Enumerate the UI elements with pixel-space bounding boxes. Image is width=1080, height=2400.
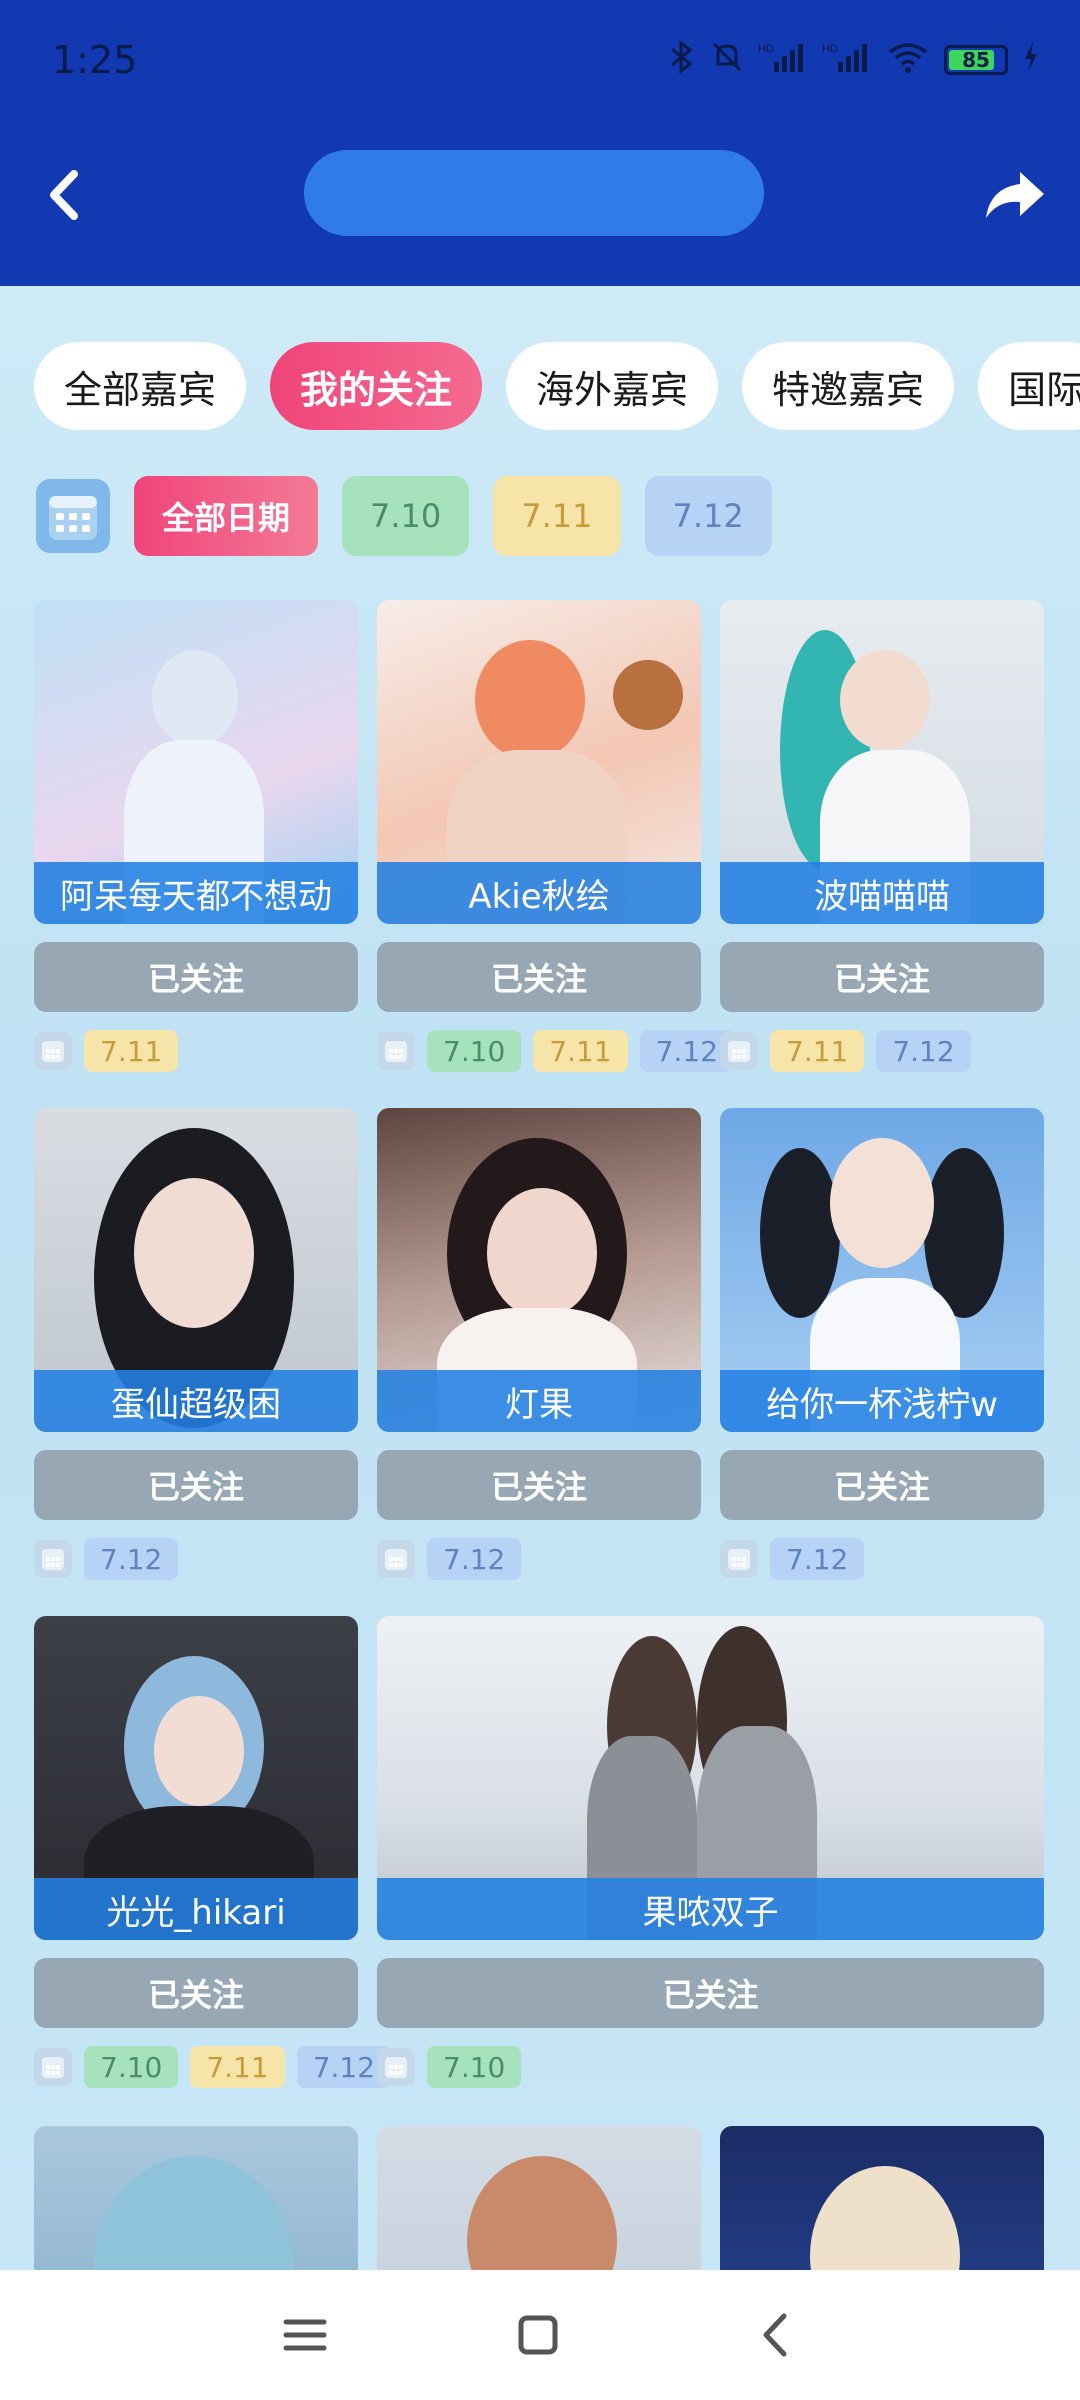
content-area: 全部嘉宾 我的关注 海外嘉宾 特邀嘉宾 国际 全部日期 7.10 7.11 7.…: [0, 286, 1080, 2270]
guest-dates: 7.10 7.11 7.12: [377, 1030, 735, 1072]
calendar-icon: [720, 1540, 758, 1578]
date-badge: 7.12: [427, 1538, 522, 1580]
tab-label: 我的关注: [300, 367, 453, 412]
guest-name: 灯果: [377, 1370, 701, 1432]
follow-button[interactable]: 已关注: [377, 942, 701, 1012]
guest-name: 果哝双子: [377, 1878, 1044, 1940]
date-badge: 7.11: [770, 1030, 865, 1072]
tab-label: 特邀嘉宾: [772, 367, 925, 412]
follow-button[interactable]: 已关注: [34, 942, 358, 1012]
follow-button[interactable]: 已关注: [377, 1450, 701, 1520]
home-button[interactable]: [503, 2300, 573, 2370]
menu-icon: [283, 2319, 327, 2351]
guest-photo[interactable]: 果哝双子: [377, 1616, 1044, 1940]
calendar-icon: [720, 1032, 758, 1070]
tab-all-guests[interactable]: 全部嘉宾: [34, 342, 247, 430]
guest-photo[interactable]: 给你一杯浅柠w: [720, 1108, 1044, 1432]
guest-photo[interactable]: [34, 2126, 358, 2270]
mute-icon: [710, 40, 744, 80]
guest-name: 阿呆每天都不想动: [34, 862, 358, 924]
date-badge: 7.10: [84, 2046, 179, 2088]
date-badge: 7.12: [770, 1538, 865, 1580]
date-chip-all[interactable]: 全部日期: [134, 476, 319, 556]
header-bar: 1:25 HD HD 85: [0, 0, 1080, 286]
tab-label: 全部嘉宾: [64, 367, 217, 412]
date-badge: 7.11: [190, 2046, 285, 2088]
guest-photo[interactable]: 灯果: [377, 1108, 701, 1432]
date-chip-7-12[interactable]: 7.12: [644, 476, 772, 556]
date-filter-row: 全部日期 7.10 7.11 7.12: [36, 476, 772, 556]
tab-label: 国际: [1008, 367, 1080, 412]
back-triangle-icon: [763, 2313, 787, 2357]
charging-icon: [1022, 40, 1040, 80]
guest-dates: 7.12: [34, 1538, 179, 1580]
menu-button[interactable]: [270, 2300, 340, 2370]
follow-button[interactable]: 已关注: [34, 1958, 358, 2028]
tab-special-guests[interactable]: 特邀嘉宾: [742, 342, 955, 430]
guest-photo[interactable]: 阿呆每天都不想动: [34, 600, 358, 924]
tab-my-follows[interactable]: 我的关注: [270, 342, 483, 430]
calendar-icon: [34, 1540, 72, 1578]
date-badge: 7.12: [876, 1030, 971, 1072]
back-button[interactable]: [38, 162, 92, 228]
follow-button[interactable]: 已关注: [720, 1450, 1044, 1520]
battery-text: 85: [962, 48, 990, 72]
status-time: 1:25: [52, 38, 138, 82]
back-nav-button[interactable]: [740, 2300, 810, 2370]
guest-dates: 7.12: [377, 1538, 522, 1580]
svg-text:HD: HD: [758, 43, 774, 55]
date-badge: 7.11: [533, 1030, 628, 1072]
status-bar: 1:25 HD HD 85: [0, 0, 1080, 120]
calendar-icon: [377, 2048, 415, 2086]
share-button[interactable]: [980, 162, 1050, 228]
follow-button[interactable]: 已关注: [34, 1450, 358, 1520]
guest-dates: 7.12: [720, 1538, 865, 1580]
follow-button[interactable]: 已关注: [720, 942, 1044, 1012]
guest-photo[interactable]: Akie秋绘: [377, 600, 701, 924]
guest-name: Akie秋绘: [377, 862, 701, 924]
title-pill: [304, 150, 764, 236]
guest-photo[interactable]: 光光_hikari: [34, 1616, 358, 1940]
category-tabs: 全部嘉宾 我的关注 海外嘉宾 特邀嘉宾 国际: [34, 342, 1080, 430]
calendar-icon: [34, 1032, 72, 1070]
guest-photo[interactable]: 波喵喵喵: [720, 600, 1044, 924]
guest-dates: 7.10: [377, 2046, 522, 2088]
status-icons: HD HD 85: [668, 39, 1040, 80]
guest-name: 蛋仙超级困: [34, 1370, 358, 1432]
calendar-icon[interactable]: [36, 479, 110, 553]
tab-label: 海外嘉宾: [536, 367, 689, 412]
date-badge: 7.12: [84, 1538, 179, 1580]
guest-name: 光光_hikari: [34, 1878, 358, 1940]
share-arrow-icon: [986, 172, 1044, 218]
home-square-icon: [518, 2315, 558, 2355]
chevron-left-icon: [50, 170, 78, 220]
date-badge: 7.10: [427, 1030, 522, 1072]
guest-dates: 7.11 7.12: [720, 1030, 971, 1072]
guest-photo[interactable]: [720, 2126, 1044, 2270]
guest-dates: 7.11: [34, 1030, 179, 1072]
svg-text:HD: HD: [822, 43, 838, 55]
date-badge: 7.11: [84, 1030, 179, 1072]
bluetooth-icon: [668, 39, 696, 80]
wifi-icon: [886, 40, 930, 80]
system-nav-bar: [0, 2270, 1080, 2400]
follow-button[interactable]: 已关注: [377, 1958, 1044, 2028]
battery-icon: 85: [944, 45, 1008, 75]
guest-dates: 7.10 7.11 7.12: [34, 2046, 392, 2088]
guest-name: 波喵喵喵: [720, 862, 1044, 924]
calendar-icon: [377, 1540, 415, 1578]
guest-name: 给你一杯浅柠w: [720, 1370, 1044, 1432]
date-chip-7-10[interactable]: 7.10: [342, 476, 470, 556]
date-badge: 7.10: [427, 2046, 522, 2088]
guest-photo[interactable]: [377, 2126, 701, 2270]
signal-hd-icon: HD: [758, 40, 808, 80]
signal-hd-icon: HD: [822, 40, 872, 80]
date-chip-7-11[interactable]: 7.11: [493, 476, 621, 556]
calendar-icon: [34, 2048, 72, 2086]
tab-overseas-guests[interactable]: 海外嘉宾: [506, 342, 719, 430]
guest-photo[interactable]: 蛋仙超级困: [34, 1108, 358, 1432]
calendar-icon: [377, 1032, 415, 1070]
tab-international[interactable]: 国际: [978, 342, 1080, 430]
